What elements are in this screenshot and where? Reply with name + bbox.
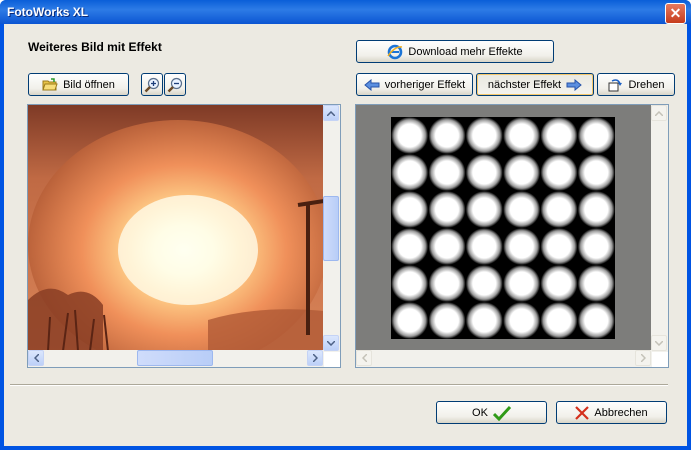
open-image-button[interactable]: Bild öffnen — [28, 73, 129, 96]
effect-dot — [503, 117, 541, 154]
effect-dot — [503, 228, 541, 265]
source-horizontal-scrollbar[interactable] — [28, 350, 324, 367]
download-effects-label: Download mehr Effekte — [408, 45, 523, 58]
x-icon — [575, 405, 590, 420]
source-vertical-scrollbar[interactable] — [323, 105, 340, 352]
cancel-button[interactable]: Abbrechen — [556, 401, 667, 424]
scroll-down-button[interactable] — [323, 335, 339, 351]
chevron-right-icon — [312, 354, 318, 362]
sunset-photo — [28, 105, 324, 351]
rotate-icon — [608, 78, 623, 91]
rotate-button[interactable]: Drehen — [597, 73, 675, 96]
scroll-thumb-vertical[interactable] — [323, 196, 339, 261]
chevron-up-icon — [655, 110, 663, 116]
scroll-right-button[interactable] — [635, 350, 651, 366]
effect-preview-panel — [355, 104, 669, 368]
effect-dot — [465, 117, 503, 154]
effect-dot — [540, 302, 578, 339]
effect-dot — [391, 302, 429, 339]
chevron-down-icon — [655, 340, 663, 346]
scroll-left-button[interactable] — [356, 350, 372, 366]
effect-dot — [428, 117, 466, 154]
close-button[interactable]: ✕ — [665, 3, 686, 24]
open-image-label: Bild öffnen — [63, 78, 115, 91]
effect-preview-image — [356, 105, 652, 351]
zoom-out-button[interactable] — [164, 73, 186, 96]
effect-dot — [465, 302, 503, 339]
effect-dot — [391, 228, 429, 265]
dialog-client: Weiteres Bild mit Effekt Download mehr E… — [4, 24, 687, 446]
scroll-right-button[interactable] — [307, 350, 323, 366]
effect-dot — [577, 228, 615, 265]
effect-dot — [428, 228, 466, 265]
scroll-up-button[interactable] — [651, 105, 667, 121]
chevron-right-icon — [640, 354, 646, 362]
page-title: Weiteres Bild mit Effekt — [28, 40, 162, 54]
effect-dot — [391, 265, 429, 302]
effect-dot — [428, 265, 466, 302]
effect-dot — [577, 191, 615, 228]
effect-dot — [503, 302, 541, 339]
zoom-in-button[interactable] — [141, 73, 163, 96]
effect-dot — [503, 154, 541, 191]
zoom-out-icon — [167, 77, 183, 92]
source-image-panel — [27, 104, 341, 368]
effect-dot — [465, 265, 503, 302]
scroll-up-button[interactable] — [323, 105, 339, 121]
effect-dot — [577, 302, 615, 339]
previous-effect-button[interactable]: vorheriger Effekt — [356, 73, 473, 96]
ok-label: OK — [472, 406, 488, 419]
effect-vertical-scrollbar[interactable] — [651, 105, 668, 352]
chevron-left-icon — [33, 354, 39, 362]
download-effects-button[interactable]: Download mehr Effekte — [356, 40, 554, 63]
next-effect-button[interactable]: nächster Effekt — [476, 73, 594, 96]
effect-dot — [577, 154, 615, 191]
effect-dot — [577, 117, 615, 154]
chevron-left-icon — [361, 354, 367, 362]
effect-dot — [503, 265, 541, 302]
effect-dot — [540, 191, 578, 228]
arrow-left-icon — [363, 78, 380, 91]
effect-dot — [540, 228, 578, 265]
internet-explorer-icon — [387, 44, 403, 59]
effect-dot — [465, 228, 503, 265]
effect-dot — [540, 154, 578, 191]
effect-dot — [540, 265, 578, 302]
effect-dot — [428, 154, 466, 191]
effect-dot — [465, 191, 503, 228]
effect-dot — [428, 191, 466, 228]
rotate-label: Drehen — [628, 78, 665, 91]
ok-button[interactable]: OK — [436, 401, 547, 424]
zoom-in-icon — [144, 77, 160, 92]
close-icon: ✕ — [669, 5, 682, 21]
chevron-down-icon — [327, 340, 335, 346]
scroll-thumb-horizontal[interactable] — [137, 350, 213, 366]
effect-dot — [391, 191, 429, 228]
title-bar[interactable]: FotoWorks XL ✕ — [0, 0, 691, 24]
footer-divider — [10, 384, 668, 386]
effect-dot — [503, 191, 541, 228]
effect-horizontal-scrollbar[interactable] — [356, 350, 652, 367]
app-window: FotoWorks XL ✕ Weiteres Bild mit Effekt … — [0, 0, 691, 450]
effect-dot — [428, 302, 466, 339]
folder-open-icon — [42, 77, 58, 90]
effect-dot — [465, 154, 503, 191]
next-effect-label: nächster Effekt — [487, 78, 562, 91]
previous-effect-label: vorheriger Effekt — [384, 78, 466, 91]
effect-dot — [391, 117, 429, 154]
checkmark-icon — [492, 405, 511, 421]
chevron-up-icon — [327, 110, 335, 116]
effect-dot — [577, 265, 615, 302]
arrow-right-icon — [566, 78, 582, 91]
scroll-down-button[interactable] — [651, 335, 667, 351]
window-title: FotoWorks XL — [7, 5, 89, 19]
effect-dot — [391, 154, 429, 191]
scroll-left-button[interactable] — [28, 350, 44, 366]
cancel-label: Abbrechen — [594, 406, 648, 419]
effect-dot — [540, 117, 578, 154]
